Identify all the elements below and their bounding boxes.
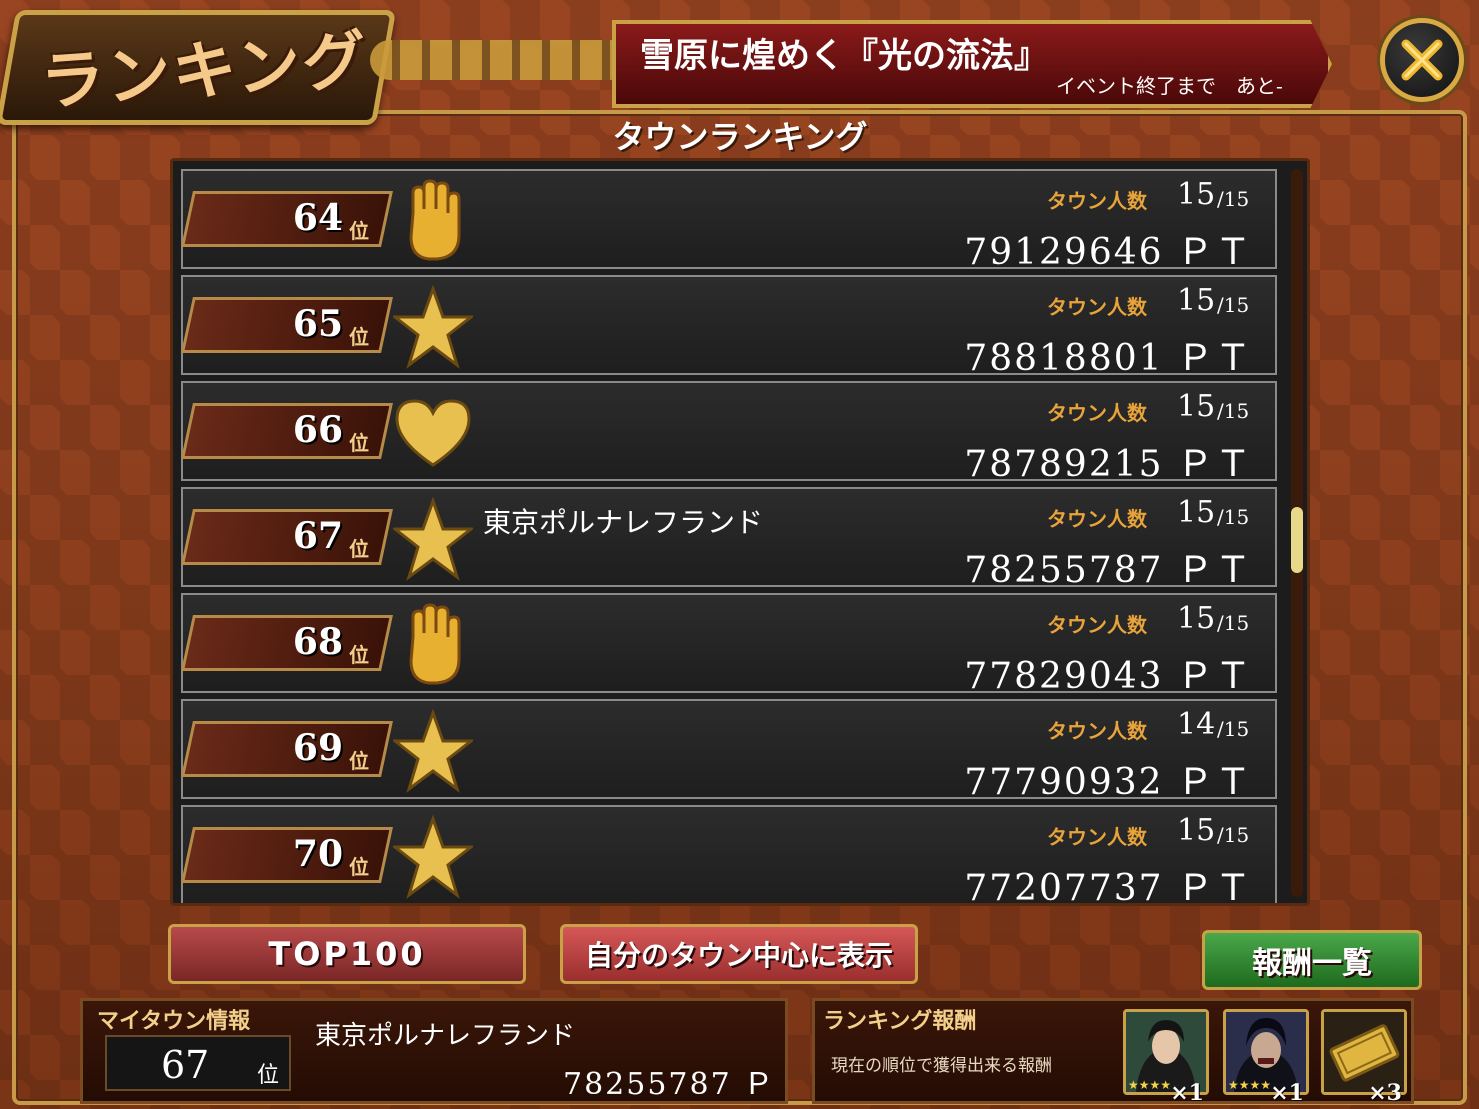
town-points: 77207737 ＰＴ — [964, 868, 1253, 906]
my-town-panel: マイタウン情報 67 位 東京ポルナレフランド 78255787 ＰＴ — [80, 998, 788, 1104]
rank-number: 67 — [292, 515, 343, 557]
my-town-label: マイタウン情報 — [97, 1009, 251, 1034]
scrollbar-thumb[interactable] — [1291, 507, 1303, 573]
hand-icon — [409, 603, 461, 685]
rank-suffix: 位 — [349, 749, 369, 773]
town-points: 78255787 ＰＴ — [964, 550, 1253, 591]
members-label: タウン人数 — [1047, 401, 1147, 425]
rank-suffix: 位 — [349, 537, 369, 561]
close-x-icon — [1401, 39, 1443, 81]
members-max: /15 — [1217, 717, 1250, 741]
members-count: 15 — [1177, 495, 1216, 530]
ranking-reward-description: 現在の順位で獲得出来る報酬 — [831, 1056, 1052, 1076]
town-points: 79129646 ＰＴ — [964, 232, 1253, 273]
reward-stars: ★★★★ — [1228, 1078, 1272, 1092]
members-max: /15 — [1217, 187, 1250, 211]
town-points: 77829043 ＰＴ — [964, 656, 1253, 697]
members-max: /15 — [1217, 611, 1250, 635]
members-count: 15 — [1177, 601, 1216, 636]
town-points: 77790932 ＰＴ — [964, 762, 1253, 803]
my-rank-box: 67 位 — [105, 1035, 291, 1091]
members-label: タウン人数 — [1047, 507, 1147, 531]
center-my-town-button[interactable]: 自分のタウン中心に表示 — [560, 924, 918, 984]
reward-item[interactable]: ★★★★ ×1 — [1123, 1009, 1209, 1106]
members-max: /15 — [1217, 505, 1250, 529]
members-label: タウン人数 — [1047, 825, 1147, 849]
rank-suffix: 位 — [349, 325, 369, 349]
ranking-row[interactable]: 65 位 タウン人数 15 /15 78818801 ＰＴ — [181, 275, 1277, 379]
reward-quantity: ×1 — [1270, 1080, 1304, 1106]
star-icon — [393, 497, 473, 581]
event-remaining: イベント終了まで あと- — [1056, 74, 1283, 98]
members-count: 14 — [1177, 707, 1216, 742]
members-count: 15 — [1177, 389, 1216, 424]
rank-suffix: 位 — [349, 431, 369, 455]
ranking-row-my-town[interactable]: 67 位 東京ポルナレフランド タウン人数 15 /15 78255787 ＰＴ — [181, 487, 1277, 591]
list-scrollbar[interactable] — [1291, 169, 1303, 897]
reward-item[interactable]: ★★★★ ×1 — [1223, 1009, 1309, 1106]
ranking-reward-panel: ランキング報酬 現在の順位で獲得出来る報酬 ★★★★ ×1 ★★★★ ×1 ×3 — [812, 998, 1414, 1106]
members-max: /15 — [1217, 293, 1250, 317]
reward-quantity: ×3 — [1368, 1080, 1402, 1106]
ranking-row[interactable]: 66 位 タウン人数 15 /15 78789215 ＰＴ — [181, 381, 1277, 485]
top100-button[interactable]: TOP100 — [168, 924, 526, 984]
town-points: 78818801 ＰＴ — [964, 338, 1253, 379]
members-max: /15 — [1217, 399, 1250, 423]
my-town-points: 78255787 ＰＴ — [563, 1067, 776, 1102]
rank-number: 68 — [292, 621, 343, 663]
hand-icon — [409, 179, 461, 261]
ranking-reward-label: ランキング報酬 — [823, 1009, 977, 1034]
members-label: タウン人数 — [1047, 613, 1147, 637]
members-label: タウン人数 — [1047, 189, 1147, 213]
members-label: タウン人数 — [1047, 295, 1147, 319]
rank-suffix: 位 — [349, 643, 369, 667]
rank-number: 69 — [292, 727, 343, 769]
my-rank-number: 67 — [161, 1043, 210, 1087]
reward-stars: ★★★★ — [1128, 1078, 1172, 1092]
chain-ornament — [370, 40, 630, 80]
members-count: 15 — [1177, 283, 1216, 318]
members-count: 15 — [1177, 813, 1216, 848]
my-rank-suffix: 位 — [257, 1063, 280, 1088]
reward-item[interactable]: ×3 — [1321, 1009, 1407, 1106]
town-name: 東京ポルナレフランド — [483, 506, 764, 539]
event-title: 雪原に煌めく『光の流法』 — [640, 36, 1048, 76]
ranking-row[interactable]: 69 位 タウン人数 14 /15 77790932 ＰＴ — [181, 699, 1277, 803]
ranking-row[interactable]: 64 位 タウン人数 15 /15 79129646 ＰＴ — [181, 169, 1277, 273]
star-icon — [393, 285, 473, 369]
my-town-name: 東京ポルナレフランド — [315, 1021, 576, 1051]
rank-number: 70 — [292, 833, 343, 875]
town-points: 78789215 ＰＴ — [964, 444, 1253, 485]
ranking-row[interactable]: 68 位 タウン人数 15 /15 77829043 ＰＴ — [181, 593, 1277, 697]
star-icon — [393, 709, 473, 793]
members-max: /15 — [1217, 823, 1250, 847]
members-label: タウン人数 — [1047, 719, 1147, 743]
rank-number: 65 — [292, 303, 343, 345]
section-title: タウンランキング — [612, 118, 868, 156]
ranking-list[interactable]: 64 位 タウン人数 15 /15 79129646 ＰＴ 65 位 タウン人数… — [170, 158, 1310, 906]
ranking-row[interactable]: 70 位 タウン人数 15 /15 77207737 ＰＴ — [181, 805, 1277, 906]
members-count: 15 — [1177, 177, 1216, 212]
reward-list-button[interactable]: 報酬一覧 — [1202, 930, 1422, 990]
close-button[interactable] — [1380, 18, 1464, 102]
star-icon — [393, 815, 473, 899]
heart-icon — [395, 399, 471, 467]
rank-suffix: 位 — [349, 219, 369, 243]
rank-suffix: 位 — [349, 855, 369, 879]
reward-quantity: ×1 — [1170, 1080, 1204, 1106]
rank-number: 66 — [292, 409, 343, 451]
rank-number: 64 — [292, 197, 343, 239]
